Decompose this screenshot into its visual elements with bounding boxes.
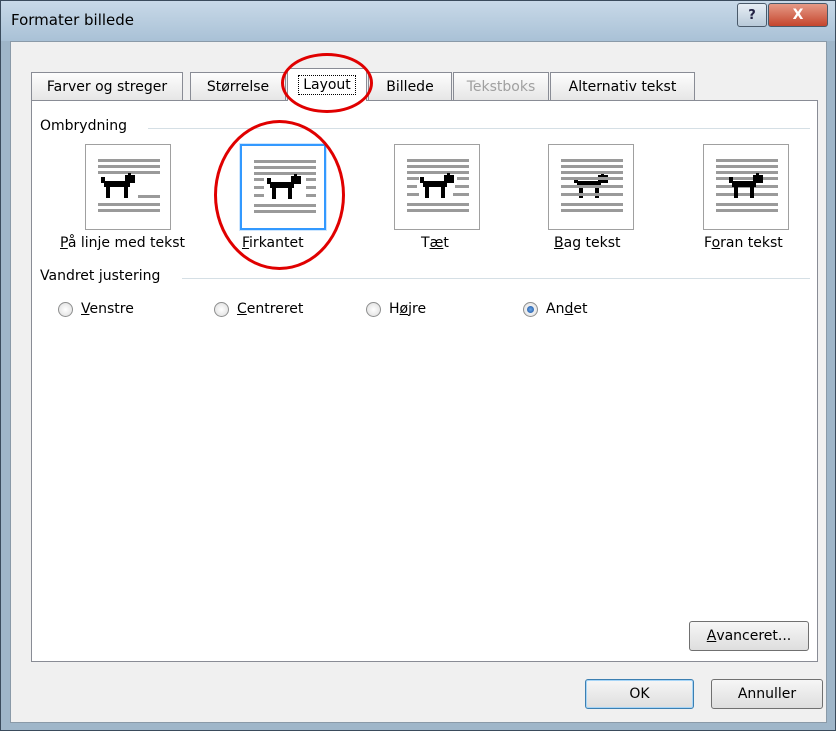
wrap-label-behind: Bag tekst (554, 235, 621, 251)
radio-button[interactable] (366, 301, 381, 317)
window-title: Formater billede (11, 11, 135, 29)
tab-label: Layout (298, 75, 356, 95)
wrap-label-tight: Tæt (421, 235, 449, 251)
inline-wrap-icon[interactable] (85, 144, 171, 230)
cancel-button[interactable]: Annuller (711, 679, 823, 709)
wrap-label-square: Firkantet (242, 235, 304, 251)
square-wrap-icon[interactable] (240, 144, 326, 230)
help-icon: ? (748, 7, 756, 23)
tab-storrelse[interactable]: Størrelse (190, 72, 286, 100)
alignment-divider (182, 278, 810, 279)
tab-label: Billede (386, 78, 434, 95)
close-icon: X (792, 7, 804, 23)
advanced-button[interactable]: Avanceret... (689, 621, 809, 651)
radio-label: Højre (389, 301, 427, 317)
radio-andet[interactable]: Andet (523, 301, 587, 317)
title-bar: Formater billede ? X (1, 1, 835, 41)
radio-button[interactable] (58, 301, 73, 317)
close-button[interactable]: X (768, 3, 828, 27)
tab-alternativ-tekst[interactable]: Alternativ tekst (550, 72, 695, 100)
tab-label: Tekstboks (466, 78, 536, 95)
radio-label: Centreret (237, 301, 304, 317)
advanced-key: A (706, 628, 717, 644)
alignment-section-label: Vandret justering (40, 268, 167, 284)
tab-layout[interactable]: Layout (287, 68, 367, 101)
cancel-label: Annuller (737, 686, 797, 702)
tab-label: Alternativ tekst (568, 78, 677, 95)
tab-label: Størrelse (206, 78, 270, 95)
radio-centreret[interactable]: Centreret (214, 301, 303, 317)
ok-button[interactable]: OK (585, 679, 694, 709)
tab-farver-og-streger[interactable]: Farver og streger (31, 72, 183, 100)
help-button[interactable]: ? (737, 3, 767, 27)
radio-label: Andet (546, 301, 588, 317)
wrap-label-inline: På linje med tekst (60, 235, 186, 251)
tab-label: Farver og streger (46, 78, 168, 95)
in-front-text-icon[interactable] (703, 144, 789, 230)
tight-wrap-icon[interactable] (394, 144, 480, 230)
advanced-label: vanceret... (716, 628, 792, 644)
tab-billede[interactable]: Billede (368, 72, 452, 100)
wrapping-divider (148, 128, 810, 129)
tab-tekstboks: Tekstboks (453, 72, 549, 100)
ok-label: OK (629, 686, 650, 702)
behind-text-icon[interactable] (548, 144, 634, 230)
radio-button-checked[interactable] (523, 301, 538, 317)
radio-venstre[interactable]: Venstre (58, 301, 134, 317)
wrap-label-in-front: Foran tekst (704, 235, 783, 251)
wrapping-section-label: Ombrydning (40, 118, 133, 134)
radio-label: Venstre (81, 301, 134, 317)
radio-button[interactable] (214, 301, 229, 317)
radio-hojre[interactable]: Højre (366, 301, 426, 317)
